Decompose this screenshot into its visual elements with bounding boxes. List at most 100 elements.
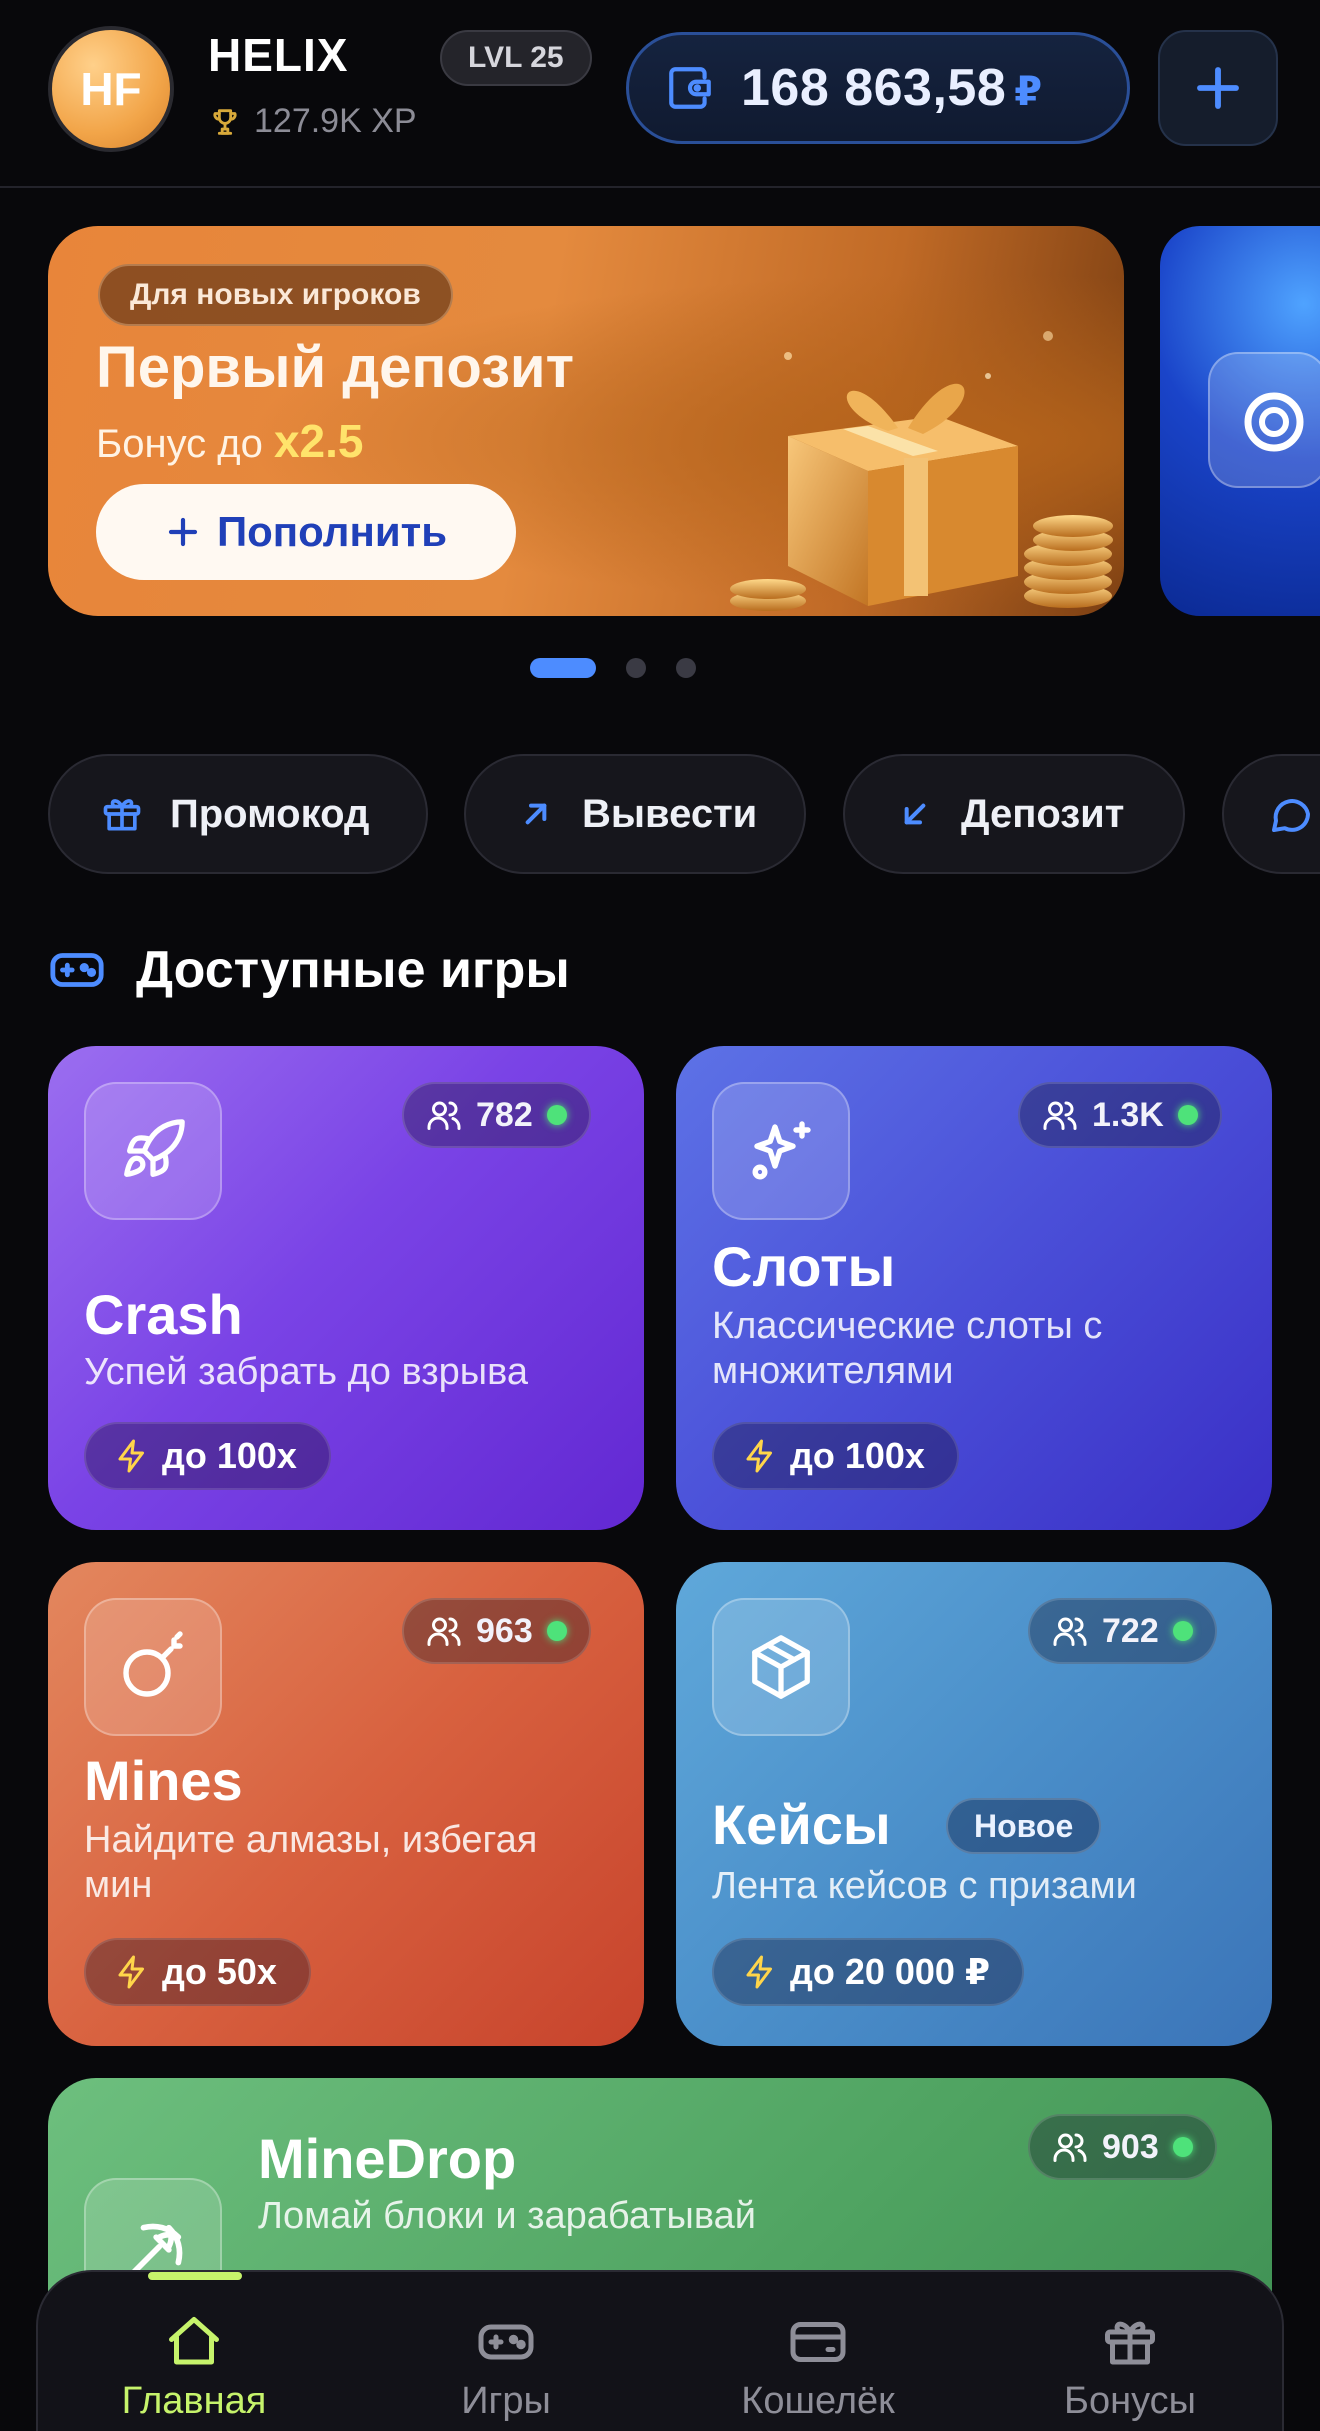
section-title-games: Доступные игры bbox=[48, 940, 570, 1000]
users-icon bbox=[1053, 2133, 1087, 2162]
multiplier-value: до 20 000 ₽ bbox=[790, 1951, 991, 1992]
game-title: Кейсы bbox=[712, 1793, 891, 1856]
game-card-mines[interactable]: 963 Mines Найдите алмазы, избегая мин до… bbox=[48, 1562, 644, 2046]
arrow-up-right-icon bbox=[525, 803, 547, 825]
game-title: Слоты bbox=[712, 1235, 896, 1298]
promo-code-button[interactable]: Промокод bbox=[48, 754, 428, 874]
users-icon bbox=[427, 1101, 461, 1130]
gamepad-icon bbox=[50, 953, 104, 987]
game-description: Классические слоты с множителями bbox=[712, 1305, 1103, 1392]
top-header: HF HELIX LVL 25 127.9K XP 168 863,58 ₽ bbox=[0, 0, 1320, 188]
carousel-dots bbox=[530, 658, 696, 678]
sparkles-icon bbox=[712, 1082, 850, 1220]
gift-illustration bbox=[730, 331, 1113, 611]
banner-tag: Для новых игроков bbox=[98, 264, 453, 326]
balance-value: 168 863,58 bbox=[741, 59, 1007, 117]
gamepad-icon bbox=[478, 2324, 534, 2360]
promo-banner-next[interactable] bbox=[1160, 226, 1320, 616]
multiplier-value: до 50x bbox=[162, 1951, 277, 1992]
online-count: 782 bbox=[402, 1082, 591, 1148]
home-icon bbox=[169, 2317, 219, 2365]
bottom-navigation: Главная Игры Кошелёк Бонусы bbox=[36, 2270, 1284, 2431]
lightning-icon bbox=[746, 1439, 772, 1473]
balance-pill[interactable]: 168 863,58 ₽ bbox=[626, 32, 1130, 144]
online-dot bbox=[546, 1105, 567, 1125]
arrow-down-left-icon bbox=[904, 803, 926, 825]
online-count: 903 bbox=[1028, 2114, 1217, 2180]
box-icon bbox=[712, 1598, 850, 1736]
online-dot bbox=[1172, 1621, 1193, 1641]
promo-banner-first-deposit[interactable]: Для новых игроков Первый депозит Бонус д… bbox=[48, 226, 1124, 616]
users-icon bbox=[427, 1617, 461, 1646]
withdraw-button[interactable]: Вывести bbox=[464, 754, 806, 874]
wallet-icon bbox=[669, 67, 711, 109]
game-card-cases[interactable]: 722 Кейсы Новое Лента кейсов с призами д… bbox=[676, 1562, 1272, 2046]
multiplier-badge: до 100x bbox=[712, 1422, 959, 1490]
lightning-icon bbox=[118, 1955, 144, 1989]
banner-subtitle-prefix: Бонус до bbox=[96, 422, 263, 466]
game-description: Ломай блоки и зарабатывай bbox=[258, 2195, 756, 2237]
users-icon bbox=[1043, 1101, 1077, 1130]
online-count: 722 bbox=[1028, 1598, 1217, 1664]
carousel-dot-3[interactable] bbox=[676, 658, 696, 678]
multiplier-value: до 100x bbox=[162, 1435, 297, 1476]
username: HELIX bbox=[208, 29, 349, 81]
online-value: 782 bbox=[476, 1095, 533, 1134]
game-title: Crash bbox=[84, 1283, 243, 1346]
rocket-icon bbox=[84, 1082, 222, 1220]
game-title: Mines bbox=[84, 1749, 243, 1812]
online-dot bbox=[1177, 1105, 1198, 1125]
game-description: Успей забрать до взрыва bbox=[84, 1351, 528, 1393]
online-value: 963 bbox=[476, 1611, 533, 1650]
deposit-quick-button[interactable]: Депозит bbox=[843, 754, 1185, 874]
level-badge: LVL 25 bbox=[440, 30, 592, 86]
nav-item-wallet[interactable]: Кошелёк bbox=[662, 2272, 974, 2431]
bomb-icon bbox=[84, 1598, 222, 1736]
carousel-dot-1[interactable] bbox=[530, 658, 596, 678]
online-dot bbox=[546, 1621, 567, 1641]
carousel-dot-2[interactable] bbox=[626, 658, 646, 678]
xp-value: 127.9K XP bbox=[254, 102, 417, 140]
multiplier-badge: до 100x bbox=[84, 1422, 331, 1490]
wallet-icon bbox=[790, 2322, 846, 2362]
nav-item-games[interactable]: Игры bbox=[350, 2272, 662, 2431]
avatar[interactable]: HF bbox=[48, 26, 174, 152]
online-count: 963 bbox=[402, 1598, 591, 1664]
balance-currency: ₽ bbox=[1014, 70, 1043, 114]
trophy-icon bbox=[213, 108, 237, 135]
game-description: Найдите алмазы, избегая мин bbox=[84, 1819, 538, 1906]
gift-icon bbox=[1105, 2321, 1155, 2365]
banner-subtitle: Бонус до x2.5 bbox=[96, 414, 364, 468]
deposit-button[interactable]: Пополнить bbox=[96, 484, 516, 580]
chat-icon bbox=[1272, 799, 1310, 832]
nav-label: Кошелёк bbox=[741, 2380, 895, 2422]
xp-display: 127.9K XP bbox=[208, 102, 417, 141]
online-value: 903 bbox=[1102, 2127, 1159, 2166]
banner-multiplier: x2.5 bbox=[273, 415, 364, 467]
banner-title: Первый депозит bbox=[96, 335, 574, 400]
nav-item-bonuses[interactable]: Бонусы bbox=[974, 2272, 1286, 2431]
plus-icon bbox=[1197, 67, 1239, 109]
game-card-slots[interactable]: 1.3K Слоты Классические слоты с множител… bbox=[676, 1046, 1272, 1530]
gift-icon bbox=[103, 799, 141, 831]
lightning-icon bbox=[118, 1439, 144, 1473]
game-card-crash[interactable]: 782 Crash Успей забрать до взрыва до 100… bbox=[48, 1046, 644, 1530]
withdraw-label: Вывести bbox=[582, 791, 758, 836]
banner-target-icon bbox=[1208, 352, 1320, 488]
add-funds-button[interactable] bbox=[1158, 30, 1278, 146]
deposit-button-label: Пополнить bbox=[216, 508, 448, 555]
online-value: 1.3K bbox=[1092, 1095, 1164, 1134]
nav-label: Игры bbox=[461, 2380, 551, 2422]
chat-button[interactable] bbox=[1222, 754, 1320, 874]
online-value: 722 bbox=[1102, 1611, 1159, 1650]
nav-label: Бонусы bbox=[1064, 2380, 1196, 2422]
online-count: 1.3K bbox=[1018, 1082, 1222, 1148]
new-badge: Новое bbox=[946, 1798, 1102, 1854]
lightning-icon bbox=[746, 1955, 772, 1989]
game-title: MineDrop bbox=[258, 2127, 517, 2190]
section-title-text: Доступные игры bbox=[136, 941, 570, 999]
multiplier-badge: до 50x bbox=[84, 1938, 311, 2006]
deposit-quick-label: Депозит bbox=[961, 791, 1125, 836]
promo-code-label: Промокод bbox=[170, 791, 370, 836]
nav-item-home[interactable]: Главная bbox=[38, 2272, 350, 2431]
